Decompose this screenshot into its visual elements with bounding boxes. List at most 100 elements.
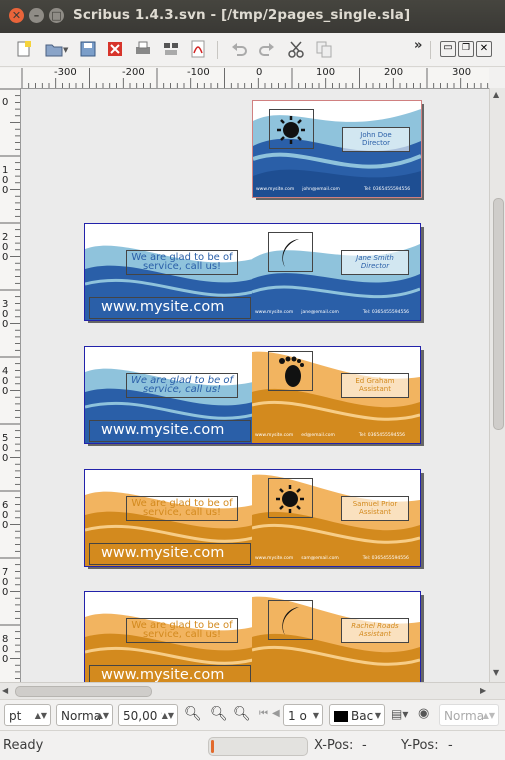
view-mode-select[interactable]: Norma ▲▼ [439, 704, 499, 726]
sun-icon [277, 116, 305, 144]
export-pdf-icon[interactable] [188, 39, 208, 59]
cut-icon[interactable] [286, 39, 306, 59]
restore-doc-icon[interactable]: ❐ [458, 41, 474, 57]
vertical-scroll-thumb[interactable] [493, 198, 504, 430]
first-page-icon[interactable]: ⏮ [259, 708, 268, 719]
name-text-frame[interactable]: Samuel Prior Assistant [341, 496, 409, 521]
logo-frame[interactable] [268, 351, 313, 391]
scroll-up-icon[interactable]: ▲ [493, 90, 499, 99]
preview-eye-icon[interactable]: ◉ [418, 706, 429, 721]
name-text-frame[interactable]: Jane Smith Director [341, 250, 409, 275]
close-window-icon[interactable]: ✕ [9, 8, 24, 23]
logo-frame[interactable] [268, 478, 313, 518]
slogan-text: We are glad to be of service, call us! [131, 498, 233, 518]
footer-website: www.mysite.com [255, 433, 294, 438]
slogan-frame[interactable]: We are glad to be of service, call us! [126, 618, 238, 643]
page-4[interactable]: We are glad to be of service, call us! w… [84, 346, 254, 444]
spin-icon: ▲▼ [34, 711, 47, 720]
footer-tel: Tel: 0365455594556 [362, 310, 410, 315]
card-footer: www.mysite.com ed@email.com Tel: 036545559… [255, 433, 413, 438]
ypos-value: - [448, 738, 453, 753]
slogan-frame[interactable]: We are glad to be of service, call us! [126, 250, 238, 275]
page-1[interactable]: John Doe Director www.mysite.com john@ema… [252, 100, 422, 198]
print-icon[interactable] [133, 39, 153, 59]
mode-select[interactable]: Norma ▲▼ [56, 704, 113, 726]
dropdown-icon: ▼ [312, 711, 319, 720]
name-text-frame[interactable]: John Doe Director [342, 127, 410, 152]
copy-icon[interactable] [314, 39, 334, 59]
ruler-label: -300 [54, 68, 77, 78]
close-doc-icon[interactable]: ✕ [476, 41, 492, 57]
horizontal-scrollbar[interactable]: ◀ ▶ [0, 682, 505, 700]
maximize-window-icon[interactable]: □ [49, 8, 64, 23]
xpos-label: X-Pos: [314, 738, 354, 753]
spin-icon: ▲▼ [482, 711, 495, 720]
footer-email: sam@email.com [301, 556, 339, 561]
name-text-frame[interactable]: Ed Graham Assistant [341, 373, 409, 398]
unit-select[interactable]: pt ▲▼ [4, 704, 51, 726]
ruler-corner[interactable] [0, 68, 21, 89]
document-canvas[interactable]: John Doe Director www.mysite.com john@ema… [21, 89, 489, 682]
zoom-out-icon[interactable]: 🔍︎ [184, 706, 202, 722]
save-icon[interactable] [78, 39, 98, 59]
new-document-icon[interactable] [14, 39, 34, 59]
view-mode-value: Norma [444, 709, 485, 723]
logo-frame[interactable] [268, 232, 313, 272]
preflight-icon[interactable] [161, 39, 181, 59]
slogan-text: We are glad to be of service, call us! [131, 252, 233, 272]
horizontal-ruler[interactable]: -300 -200 -100 0 100 200 300 [20, 68, 489, 89]
ruler-label: 200 [384, 68, 404, 78]
scroll-down-icon[interactable]: ▼ [493, 668, 499, 677]
card-role: Assistant [359, 385, 391, 393]
page-5[interactable]: Ed Graham Assistant www.mysite.com ed@ema… [252, 346, 421, 444]
slogan-frame[interactable]: We are glad to be of service, call us! [126, 496, 238, 521]
slogan-text: We are glad to be of service, call us! [130, 375, 234, 395]
horizontal-scroll-thumb[interactable] [15, 686, 152, 697]
layer-color-select[interactable]: Bac ▼ [329, 704, 385, 726]
close-document-icon[interactable] [105, 39, 125, 59]
undo-icon[interactable] [229, 39, 249, 59]
moon-icon [282, 239, 299, 267]
footer-email: jane@email.com [301, 310, 339, 315]
slogan-text: We are glad to be of service, call us! [131, 620, 233, 640]
card-role: Assistant [359, 630, 391, 638]
page-2[interactable]: We are glad to be of service, call us! w… [84, 223, 254, 321]
ruler-label: 300 [452, 68, 472, 78]
progress-fill [211, 740, 214, 753]
name-text-frame[interactable]: Rachel Roads Assistant [341, 618, 409, 643]
page-8[interactable]: We are glad to be of service, call us! w… [84, 591, 254, 682]
vertical-ruler[interactable]: 0 1 0 0 2 0 0 3 0 0 4 0 0 5 0 0 6 0 0 7 … [0, 88, 21, 682]
scroll-right-icon[interactable]: ▶ [480, 686, 486, 695]
page-7[interactable]: Samuel Prior Assistant www.mysite.com sam… [252, 469, 421, 567]
card-name: Ed Graham [355, 377, 395, 385]
zoom-in-icon[interactable]: 🔍︎ [233, 706, 251, 722]
ruler-label: -200 [122, 68, 145, 78]
status-bar: Ready X-Pos: - Y-Pos: - [0, 730, 505, 760]
logo-frame[interactable] [269, 109, 314, 149]
vertical-scrollbar[interactable]: ▲ ▼ [489, 88, 505, 682]
page-3[interactable]: Jane Smith Director www.mysite.com jane@e… [252, 223, 421, 321]
open-icon[interactable] [44, 39, 64, 59]
logo-frame[interactable] [268, 600, 313, 640]
scroll-left-icon[interactable]: ◀ [2, 686, 8, 695]
layer-icon[interactable]: ▤▾ [391, 707, 408, 721]
redo-icon[interactable] [257, 39, 277, 59]
ruler-label: 0 [2, 453, 9, 464]
zoom-field[interactable]: 50,00 % ▲▼ [118, 704, 178, 726]
prev-page-icon[interactable]: ◀ [272, 708, 280, 719]
ruler-label: 0 [2, 252, 9, 263]
slogan-frame[interactable]: We are glad to be of service, call us! [126, 373, 238, 398]
minimize-window-icon[interactable]: – [29, 8, 44, 23]
card-role: Director [361, 139, 391, 147]
unit-value: pt [9, 709, 22, 723]
page-6[interactable]: We are glad to be of service, call us! w… [84, 469, 254, 567]
minimize-doc-icon[interactable]: ▭ [440, 41, 456, 57]
open-dropdown-icon[interactable]: ▼ [63, 46, 68, 54]
toolbar-overflow-2[interactable]: » [414, 38, 422, 53]
zoom-normal-icon[interactable]: 🔍︎ [210, 706, 228, 722]
ruler-ticks-top [21, 68, 489, 88]
page-select[interactable]: 1 o ▼ [283, 704, 323, 726]
page-9[interactable]: Rachel Roads Assistant [252, 591, 421, 682]
card-name: Rachel Roads [351, 622, 399, 630]
site-text: www.mysite.com [101, 299, 225, 315]
